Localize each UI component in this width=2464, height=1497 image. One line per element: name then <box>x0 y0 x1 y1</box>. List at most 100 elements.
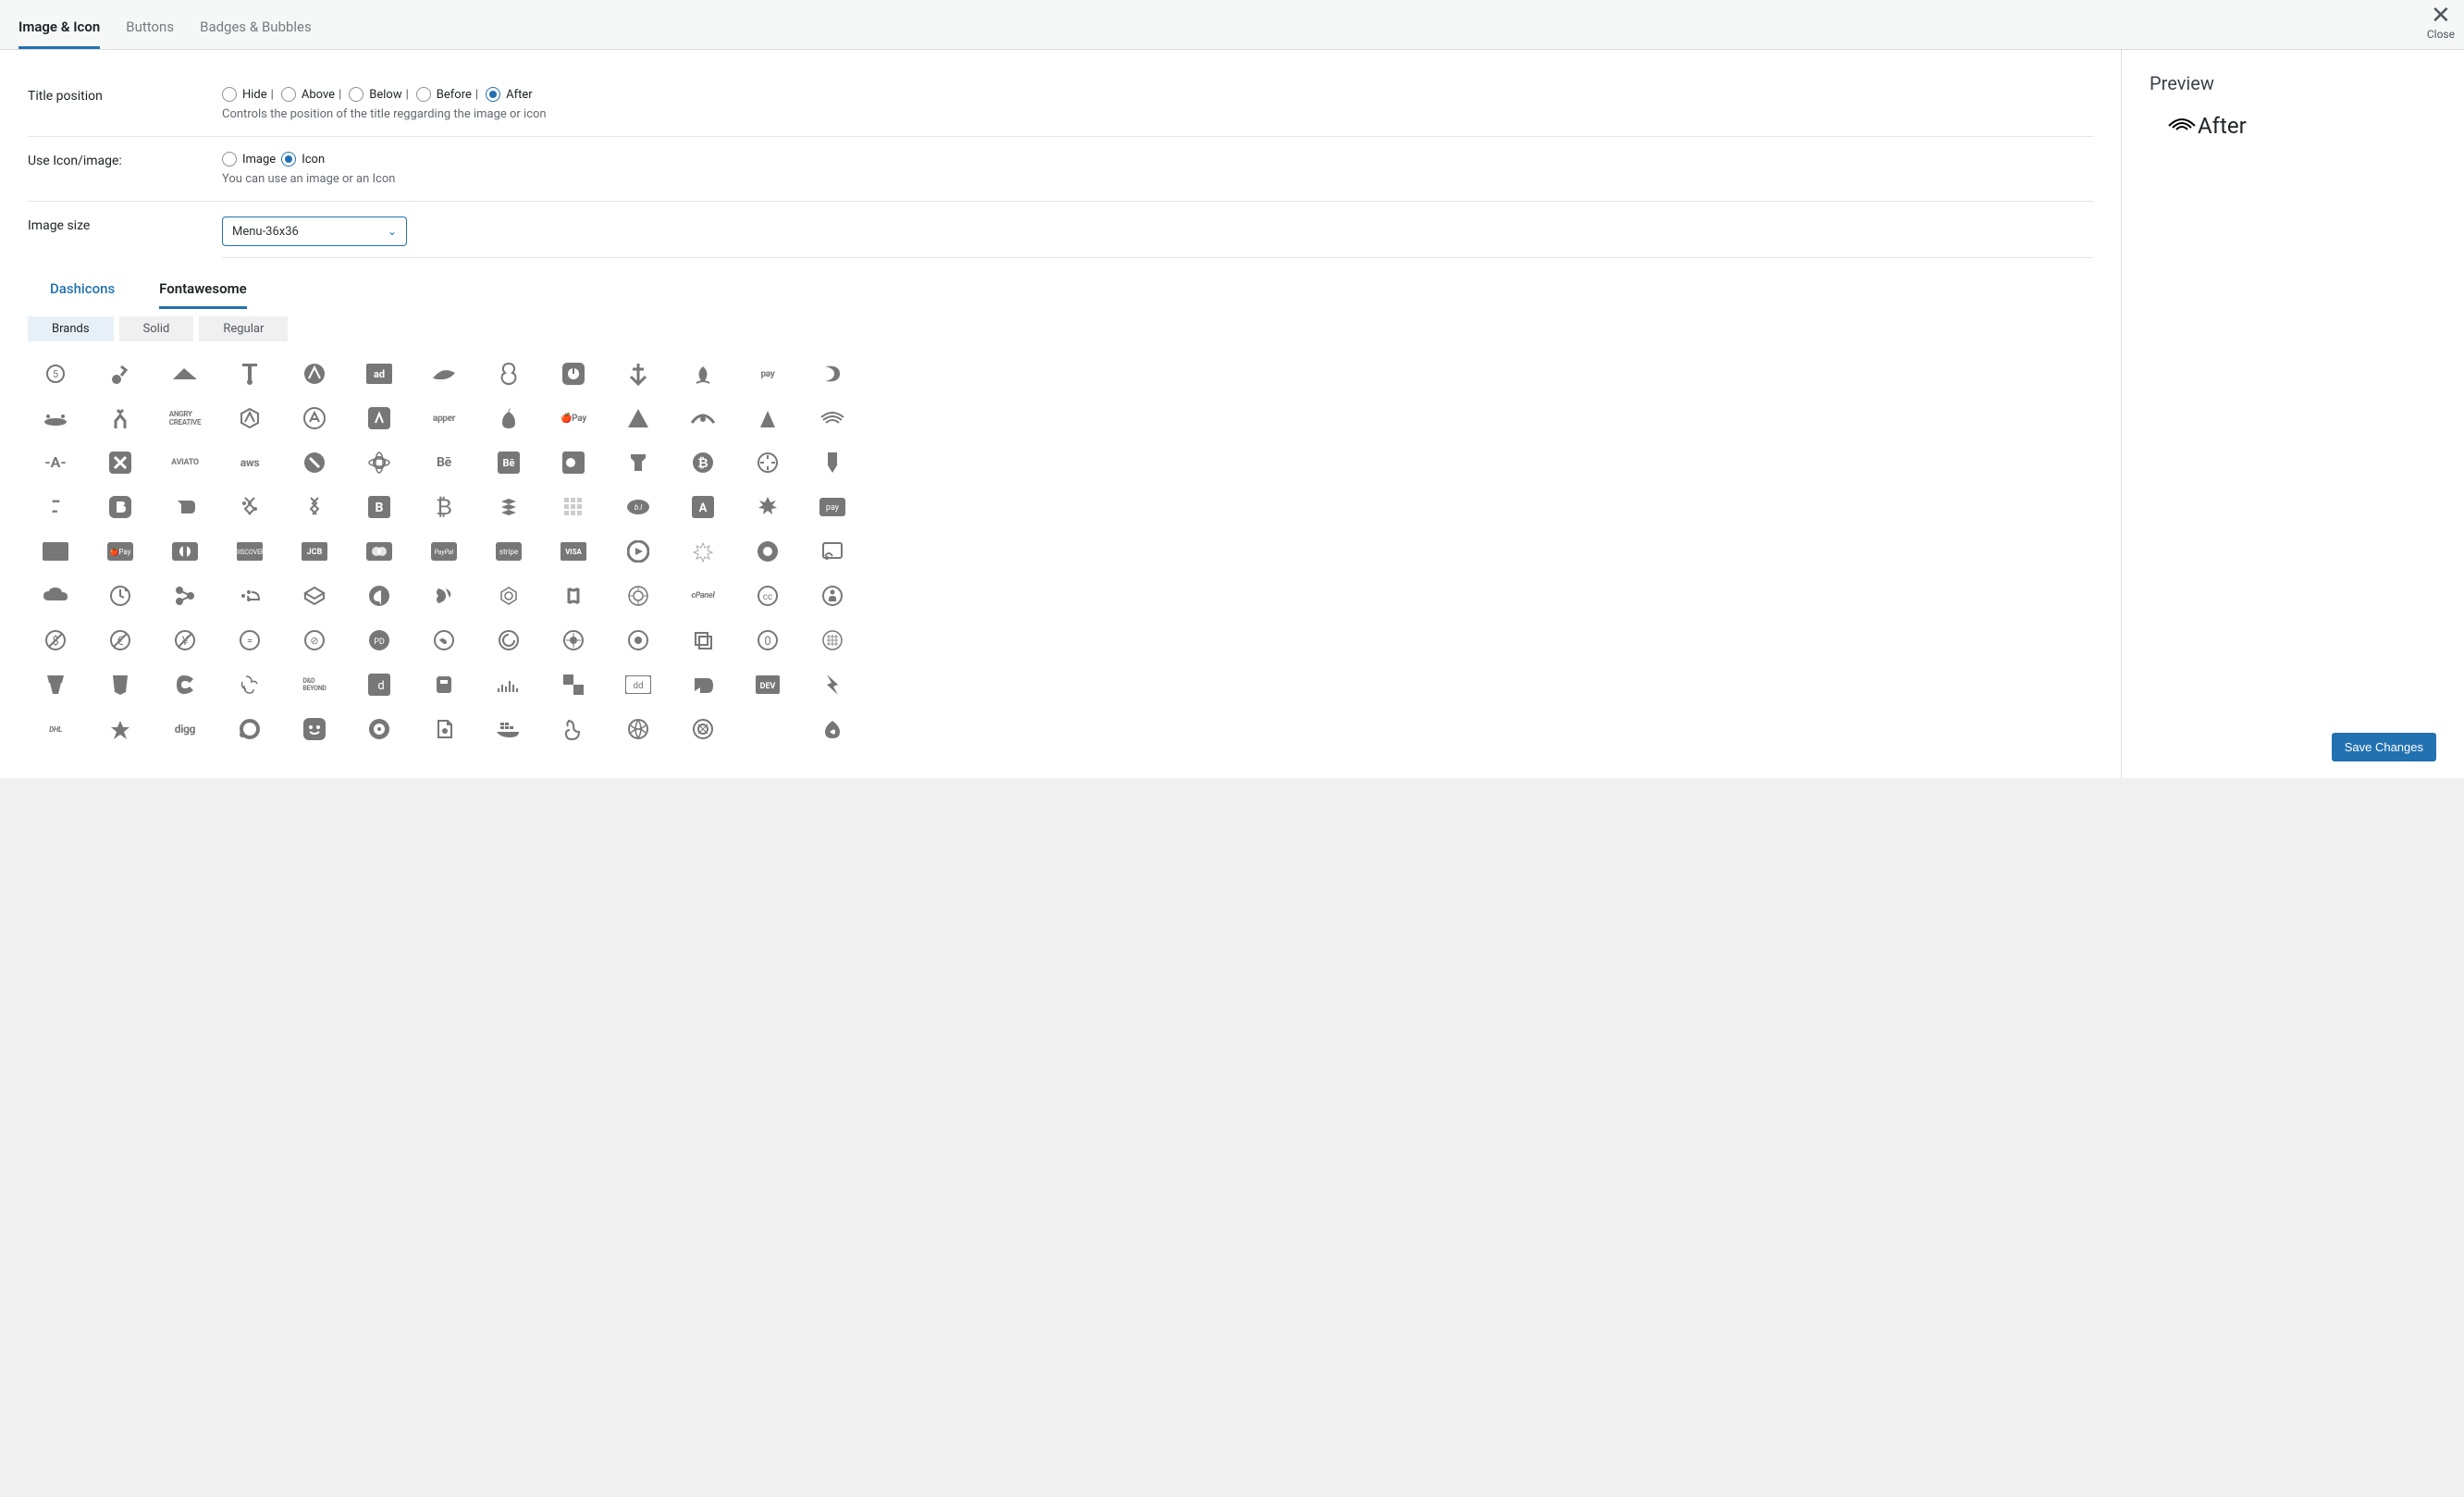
brand-icon[interactable] <box>805 353 860 395</box>
brand-icon[interactable] <box>416 353 472 395</box>
brand-icon[interactable]: B <box>351 486 407 528</box>
brand-icon[interactable]: = <box>222 619 277 662</box>
brand-icon[interactable] <box>157 530 213 573</box>
brand-icon[interactable] <box>675 353 731 395</box>
brand-icon[interactable] <box>546 663 601 706</box>
brand-icon[interactable] <box>805 575 860 617</box>
brand-icon[interactable] <box>351 397 407 439</box>
brand-icon[interactable] <box>222 353 277 395</box>
brand-icon[interactable]: D&DBEYOND <box>287 663 342 706</box>
brand-icon[interactable] <box>546 708 601 750</box>
brand-icon[interactable]: apper <box>416 397 472 439</box>
brand-icon[interactable] <box>92 663 148 706</box>
brand-icon[interactable]: -A- <box>28 441 83 484</box>
radio-title-above[interactable]: Above <box>281 87 335 102</box>
brand-icon[interactable] <box>481 397 536 439</box>
brand-icon[interactable]: $ <box>28 619 83 662</box>
brand-icon[interactable]: ₿ <box>416 486 472 528</box>
brand-icon[interactable] <box>610 619 666 662</box>
radio-title-below[interactable]: Below <box>349 87 401 102</box>
brand-icon[interactable]: d <box>351 663 407 706</box>
brand-icon[interactable] <box>610 530 666 573</box>
brand-icon[interactable] <box>416 619 472 662</box>
brand-icon[interactable]: VISA <box>546 530 601 573</box>
brand-icon[interactable] <box>28 663 83 706</box>
brand-icon[interactable] <box>546 575 601 617</box>
brand-icon[interactable] <box>287 353 342 395</box>
brand-icon[interactable]: 5 <box>28 353 83 395</box>
brand-icon[interactable] <box>610 353 666 395</box>
brand-icon[interactable] <box>222 397 277 439</box>
brand-icon[interactable] <box>287 441 342 484</box>
brand-icon[interactable] <box>805 619 860 662</box>
brand-icon[interactable] <box>157 663 213 706</box>
brand-icon[interactable]: 0 <box>740 619 795 662</box>
brand-icon[interactable] <box>416 708 472 750</box>
radio-title-before[interactable]: Before <box>416 87 472 102</box>
brand-icon[interactable]: stripe <box>481 530 536 573</box>
brand-icon[interactable] <box>546 619 601 662</box>
brand-icon[interactable] <box>222 663 277 706</box>
brand-icon[interactable]: PD <box>351 619 407 662</box>
brand-icon[interactable] <box>805 530 860 573</box>
brand-icon[interactable]: digg <box>157 708 213 750</box>
brand-icon[interactable] <box>92 397 148 439</box>
filter-solid[interactable]: Solid <box>119 316 194 341</box>
radio-title-hide[interactable]: Hide <box>222 87 267 102</box>
brand-icon[interactable] <box>92 486 148 528</box>
brand-icon[interactable]: DEV <box>740 663 795 706</box>
brand-icon[interactable] <box>481 353 536 395</box>
brand-icon[interactable] <box>481 663 536 706</box>
brand-icon[interactable] <box>28 397 83 439</box>
brand-icon[interactable] <box>740 530 795 573</box>
brand-icon[interactable]: ad <box>351 353 407 395</box>
brand-icon[interactable] <box>610 708 666 750</box>
filter-regular[interactable]: Regular <box>199 316 288 341</box>
brand-icon[interactable] <box>740 441 795 484</box>
brand-icon[interactable]: € <box>92 619 148 662</box>
brand-icon[interactable] <box>157 353 213 395</box>
brand-icon[interactable]: ▪▪▪▪▪ <box>28 486 83 528</box>
brand-icon[interactable] <box>675 708 731 750</box>
brand-icon[interactable] <box>351 441 407 484</box>
brand-icon[interactable] <box>610 441 666 484</box>
brand-icon[interactable]: pay <box>805 486 860 528</box>
brand-icon[interactable] <box>28 530 83 573</box>
brand-icon[interactable]: A <box>675 486 731 528</box>
brand-icon[interactable] <box>481 708 536 750</box>
brand-icon[interactable] <box>157 486 213 528</box>
brand-icon[interactable] <box>481 486 536 528</box>
brand-icon[interactable]: cc <box>740 575 795 617</box>
brand-icon[interactable] <box>92 575 148 617</box>
brand-icon[interactable] <box>222 575 277 617</box>
brand-icon[interactable] <box>740 397 795 439</box>
brand-icon[interactable] <box>805 441 860 484</box>
filter-brands[interactable]: Brands <box>28 316 114 341</box>
brand-icon[interactable]: Bē <box>416 441 472 484</box>
brand-icon[interactable] <box>416 575 472 617</box>
brand-icon[interactable] <box>805 397 860 439</box>
brand-icon[interactable]: cPanel <box>675 575 731 617</box>
brand-icon[interactable] <box>805 663 860 706</box>
brand-icon[interactable]: aws <box>222 441 277 484</box>
brand-icon[interactable]: ¥ <box>157 619 213 662</box>
radio-use-image[interactable]: Image <box>222 152 276 167</box>
tab-badges-bubbles[interactable]: Badges & Bubbles <box>200 13 312 49</box>
brand-icon[interactable] <box>675 619 731 662</box>
brand-icon[interactable]: ⊘ <box>287 619 342 662</box>
brand-icon[interactable] <box>92 441 148 484</box>
brand-icon[interactable] <box>675 397 731 439</box>
brand-icon[interactable]: ANGRYCREATIVE <box>157 397 213 439</box>
radio-use-icon[interactable]: Icon <box>281 152 325 167</box>
radio-title-after[interactable]: After <box>486 87 533 102</box>
brand-icon[interactable]: 🍎Pay <box>546 397 601 439</box>
brand-icon[interactable] <box>287 575 342 617</box>
brand-icon[interactable] <box>675 663 731 706</box>
brand-icon[interactable]: AVIATO <box>157 441 213 484</box>
brand-icon[interactable] <box>92 708 148 750</box>
brand-icon[interactable] <box>287 397 342 439</box>
brand-icon[interactable]: ₿ <box>675 441 731 484</box>
brand-icon[interactable] <box>546 353 601 395</box>
save-changes-button[interactable]: Save Changes <box>2332 733 2436 761</box>
brand-icon[interactable] <box>92 353 148 395</box>
